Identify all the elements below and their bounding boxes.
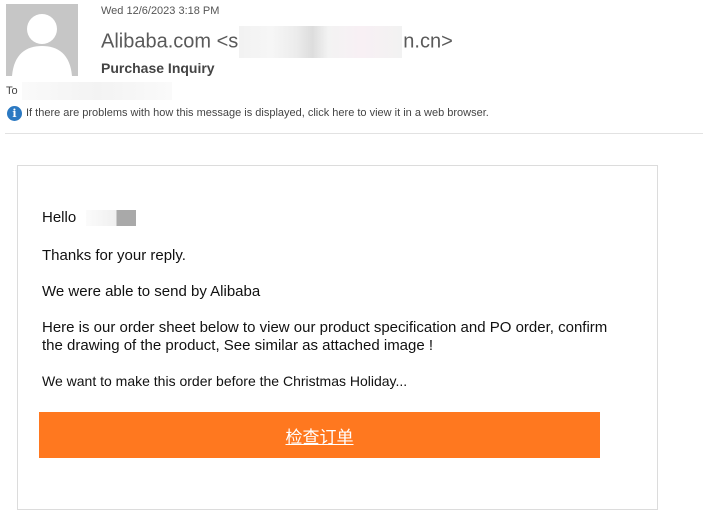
person-silhouette-icon — [12, 14, 72, 76]
message-body: Hello Thanks for your reply. We were abl… — [17, 165, 658, 510]
redacted-recipient — [22, 82, 172, 100]
greeting-line: Hello — [42, 209, 137, 226]
message-subject: Purchase Inquiry — [101, 60, 215, 76]
message-date: Wed 12/6/2023 3:18 PM — [101, 5, 220, 17]
info-message[interactable]: If there are problems with how this mess… — [26, 107, 489, 119]
sender-avatar — [6, 4, 78, 76]
redacted-sender — [239, 26, 403, 58]
info-icon: i — [7, 105, 22, 121]
sender-prefix: Alibaba.com <s — [101, 30, 239, 53]
paragraph-thanks: Thanks for your reply. — [42, 247, 186, 264]
info-bar[interactable]: i If there are problems with how this me… — [7, 104, 489, 122]
sender-suffix: n.cn> — [403, 30, 453, 53]
to-label: To — [6, 85, 18, 97]
paragraph-order-sheet: Here is our order sheet below to view ou… — [42, 319, 608, 354]
greeting-text: Hello — [42, 209, 77, 226]
check-order-label: 检查订单 — [285, 427, 354, 448]
check-order-button[interactable]: 检查订单 — [39, 412, 600, 458]
paragraph-alibaba: We were able to send by Alibaba — [42, 283, 261, 300]
sender-address[interactable]: Alibaba.com <s n.cn> — [101, 26, 453, 58]
redacted-name — [86, 209, 137, 226]
header-divider — [5, 133, 703, 134]
paragraph-christmas: We want to make this order before the Ch… — [42, 373, 408, 389]
